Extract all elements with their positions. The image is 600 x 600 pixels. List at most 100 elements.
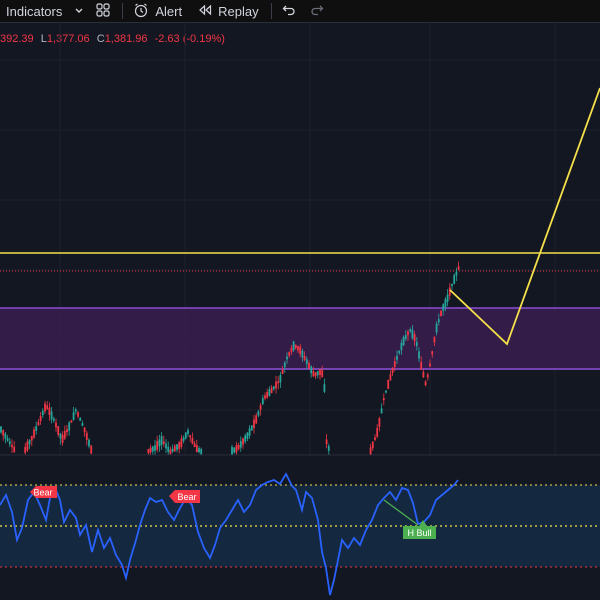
- candle-body: [323, 384, 326, 392]
- indicators-button[interactable]: Indicators: [6, 0, 62, 22]
- candle-body: [404, 334, 407, 340]
- candle-body: [308, 362, 310, 369]
- high-value: 392.39: [0, 33, 34, 45]
- candle-body: [176, 444, 178, 450]
- candle-body: [200, 448, 203, 455]
- candle-body: [446, 294, 449, 302]
- candle-body: [429, 363, 431, 367]
- candle-body: [59, 433, 62, 439]
- candle-body: [66, 429, 68, 433]
- candle-body: [382, 398, 385, 401]
- candle-body: [235, 445, 238, 453]
- candle-body: [327, 445, 330, 451]
- candle-body: [68, 422, 71, 431]
- candle-body: [314, 372, 317, 377]
- candle-body: [24, 446, 27, 453]
- candle-body: [2, 430, 5, 436]
- toolbar-divider: [122, 3, 124, 19]
- chevron-down-icon[interactable]: [74, 4, 84, 19]
- candle-body: [431, 351, 434, 355]
- candle-body: [286, 356, 288, 360]
- candle-body: [41, 410, 44, 416]
- candle-body: [270, 387, 273, 394]
- candle-body: [165, 443, 167, 449]
- candle-body: [74, 409, 77, 412]
- undo-icon[interactable]: [282, 4, 296, 19]
- candle-body: [277, 381, 280, 384]
- candle-body: [413, 334, 416, 342]
- candle-body: [52, 418, 55, 421]
- candle-body: [299, 346, 302, 355]
- templates-grid-icon[interactable]: [96, 2, 110, 20]
- candle-body: [457, 266, 460, 270]
- candle-body: [288, 352, 291, 356]
- candle-body: [385, 390, 387, 393]
- candle-body: [6, 438, 9, 441]
- candle-body: [420, 362, 423, 370]
- redo-icon[interactable]: [310, 4, 324, 19]
- candle-body: [231, 446, 233, 455]
- candle-body: [158, 439, 161, 447]
- replay-rewind-icon: [198, 4, 212, 19]
- candle-body: [294, 344, 297, 349]
- candle-body: [268, 389, 271, 396]
- candle-body: [444, 299, 447, 308]
- candle-body: [393, 361, 396, 368]
- oscillator-band: [0, 485, 600, 567]
- candle-body: [61, 434, 64, 443]
- replay-button[interactable]: Replay: [198, 0, 259, 22]
- candle-body: [0, 426, 2, 433]
- candle-body: [169, 449, 172, 455]
- candle-body: [283, 362, 286, 368]
- candle-body: [57, 426, 60, 435]
- candle-body: [154, 445, 156, 451]
- candle-body: [191, 437, 194, 444]
- candle-body: [70, 420, 73, 423]
- candle-body: [279, 375, 282, 383]
- candle-body: [376, 427, 379, 437]
- oscillator-line: [0, 472, 459, 596]
- candle-body: [180, 438, 183, 447]
- candle-body: [77, 412, 79, 417]
- candle-body: [8, 441, 11, 445]
- candle-body: [167, 446, 170, 452]
- candle-body: [13, 446, 16, 452]
- candle-body: [81, 423, 84, 426]
- candle-body: [88, 439, 90, 447]
- candle-body: [398, 350, 401, 354]
- candle-body: [250, 425, 253, 431]
- candle-body: [297, 346, 299, 351]
- candle-body: [422, 372, 425, 378]
- candle-body: [455, 271, 458, 276]
- candle-body: [83, 427, 86, 433]
- candle-body: [312, 371, 315, 377]
- candle-body: [303, 356, 306, 360]
- candle-body: [248, 428, 251, 436]
- candle-body: [437, 319, 440, 323]
- candle-body: [400, 342, 403, 351]
- alert-button[interactable]: Alert: [133, 0, 182, 22]
- candle-body: [195, 445, 198, 453]
- candle-body: [171, 448, 174, 452]
- candle-body: [301, 350, 304, 358]
- candle-body: [26, 441, 29, 451]
- candle-body: [371, 441, 374, 449]
- candle-body: [244, 435, 247, 442]
- bear-label-1: Bear: [30, 486, 57, 498]
- candle-body: [173, 445, 176, 452]
- candle-body: [266, 391, 269, 398]
- candle-body: [11, 444, 13, 448]
- candle-body: [440, 310, 442, 317]
- low-value: 1,377.06: [46, 33, 90, 45]
- candle-body: [407, 331, 409, 336]
- bullish-divergence-line: [383, 499, 419, 526]
- projection-path: [449, 87, 600, 346]
- candle-body: [305, 359, 308, 365]
- candle-body: [242, 438, 244, 445]
- price-chart: Bear Bear H Bull: [0, 22, 600, 596]
- candle-body: [257, 411, 260, 416]
- candle-body: [147, 449, 150, 454]
- candle-body: [187, 430, 189, 434]
- close-key: C: [96, 33, 105, 45]
- candle-body: [239, 441, 242, 448]
